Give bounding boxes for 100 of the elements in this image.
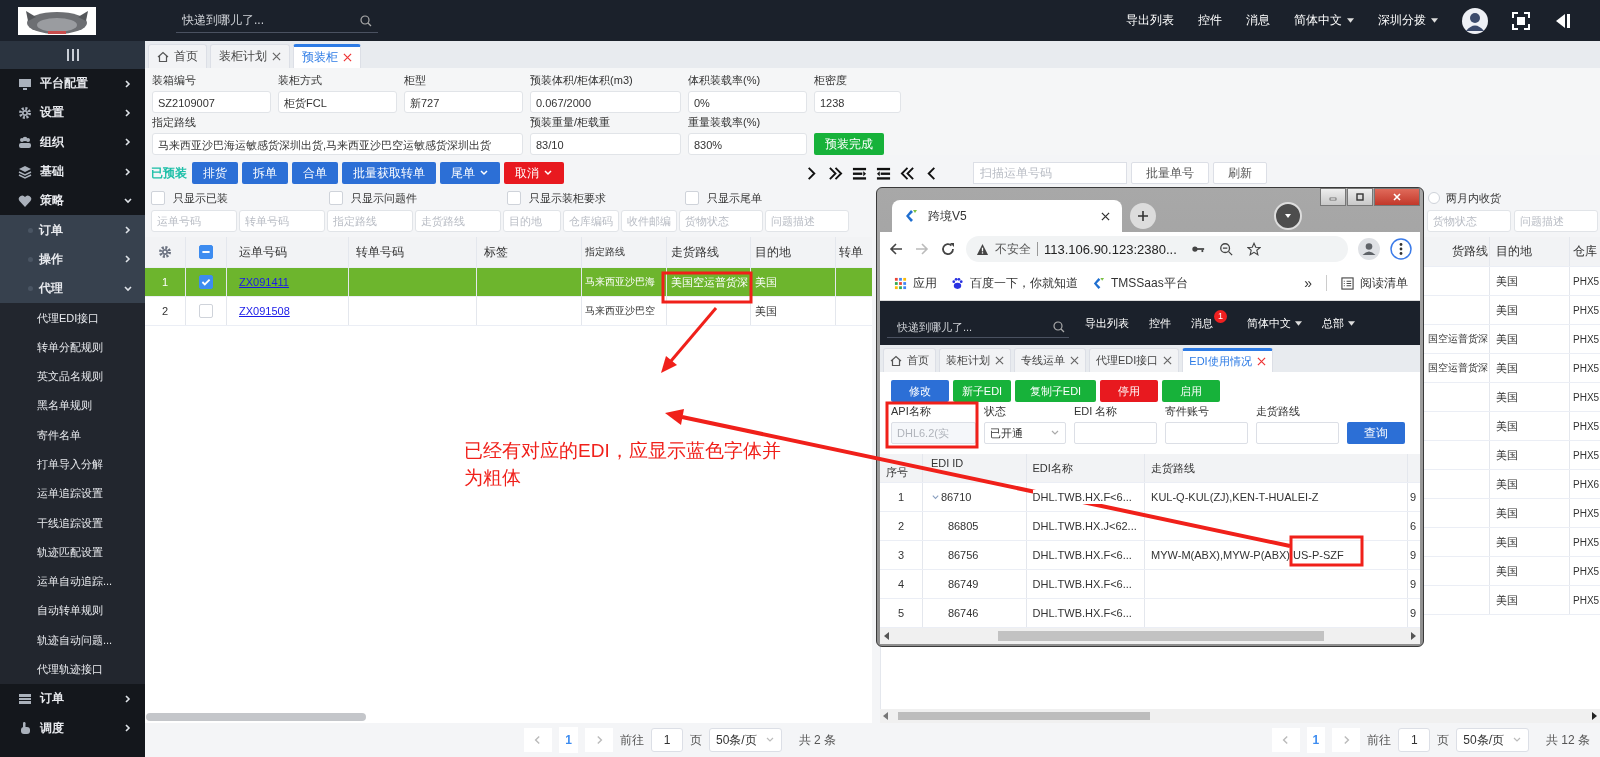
sidebar-item[interactable]: 订单 [0, 215, 145, 245]
more-icon[interactable] [1390, 238, 1412, 260]
filter-field[interactable]: 货物状态 [679, 210, 763, 232]
text-field[interactable]: 0% [688, 91, 807, 113]
sidebar-item[interactable]: 代理EDI接口 [0, 303, 145, 333]
text-field[interactable]: 马来西亚沙巴海运敏感货深圳出货,马来西亚沙巴空运敏感货深圳出货 [152, 133, 523, 155]
tab[interactable]: 装柜计划 [939, 348, 1011, 372]
page-input[interactable]: 1 [1398, 728, 1431, 752]
chevron-down-icon[interactable] [930, 492, 940, 502]
sidebar-item[interactable]: 运单追踪设置 [0, 479, 145, 509]
scan-field[interactable]: 扫描运单号码 [973, 162, 1127, 184]
double-chevron-left-icon[interactable] [900, 165, 915, 181]
scroll-left-icon[interactable] [883, 631, 891, 641]
tab[interactable]: 预装柜 [293, 44, 361, 68]
menu-item[interactable]: 深圳分拨 [1378, 12, 1438, 29]
sidebar-item[interactable]: 干线追踪设置 [0, 508, 145, 538]
tab[interactable]: 装柜计划 [210, 44, 290, 68]
scroll-left-icon[interactable] [882, 711, 890, 721]
filter-field[interactable]: 走货路线 [415, 210, 501, 232]
filter-field[interactable]: 问题描述 [1514, 210, 1598, 232]
filter-field[interactable]: 货物状态 [1427, 210, 1511, 232]
query-button[interactable]: 查询 [1347, 422, 1405, 444]
sidebar-item[interactable]: 轨迹自动问题... [0, 625, 145, 655]
checkbox[interactable] [199, 275, 213, 289]
tab-search-button[interactable] [1274, 202, 1302, 230]
action-button[interactable]: 修改 [891, 380, 949, 402]
reading-list[interactable]: 阅读清单 [1341, 274, 1408, 292]
text-field[interactable] [1074, 422, 1157, 444]
scroll-right-icon[interactable] [1409, 631, 1417, 641]
browser-tab[interactable]: 跨境V5 [892, 200, 1122, 232]
new-tab-button[interactable] [1130, 203, 1156, 229]
toolbar-button[interactable]: 批量获取转单 [342, 162, 436, 184]
indent-icon[interactable] [852, 165, 867, 181]
search-field[interactable]: 快递到哪儿了... [887, 316, 1069, 338]
text-field[interactable]: 830% [688, 133, 807, 155]
waybill-link[interactable]: ZX091508 [239, 305, 290, 317]
toolbar-button[interactable]: 拆单 [242, 162, 288, 184]
filter-field[interactable]: 收件邮编 [621, 210, 677, 232]
text-field[interactable]: 83/10 [530, 133, 681, 155]
menu-item[interactable]: 导出列表 [1126, 12, 1174, 29]
collapse-icon[interactable] [1554, 11, 1572, 30]
menu-item[interactable]: 简体中文 [1247, 315, 1302, 331]
filter-field[interactable]: 问题描述 [765, 210, 849, 232]
scroll-right-icon[interactable] [1590, 711, 1598, 721]
address-bar[interactable]: 不安全 113.106.90.123:2380... [966, 236, 1348, 262]
sidebar-item[interactable]: 运单自动追踪... [0, 567, 145, 597]
menu-item[interactable]: 控件 [1149, 315, 1171, 331]
sidebar-item[interactable]: 英文品名规则 [0, 361, 145, 392]
menu-item[interactable]: 导出列表 [1085, 315, 1129, 331]
filter-field[interactable]: 仓库编码 [563, 210, 619, 232]
toolbar-button[interactable]: 合单 [292, 162, 338, 184]
sidebar-item[interactable]: 打单导入分解 [0, 449, 145, 480]
maximize-button[interactable] [1347, 188, 1373, 206]
sidebar-item[interactable]: 自动转单规则 [0, 596, 145, 626]
double-chevron-right-icon[interactable] [828, 165, 843, 181]
zoom-out-icon[interactable] [1218, 242, 1233, 256]
menu-icon[interactable] [65, 48, 80, 62]
search-icon[interactable] [360, 14, 372, 27]
bookmark[interactable]: 百度一下，你就知道 [951, 274, 1078, 292]
filter-field[interactable]: 指定路线 [327, 210, 413, 232]
menu-item[interactable]: 控件 [1198, 12, 1222, 29]
tab[interactable]: EDI使用情况 [1182, 348, 1273, 372]
more-bookmarks[interactable]: » [1304, 275, 1312, 291]
text-field[interactable] [1256, 422, 1339, 444]
page-size-select[interactable]: 50条/页 [1456, 728, 1529, 752]
scrollbar-thumb[interactable] [998, 631, 1324, 641]
search-icon[interactable] [1053, 321, 1065, 333]
menu-item[interactable]: 总部 [1322, 315, 1355, 331]
toolbar-button[interactable]: 取消 [504, 162, 564, 184]
bookmark[interactable]: 应用 [894, 274, 937, 292]
panel-button[interactable]: 刷新 [1213, 162, 1267, 184]
bookmark[interactable]: TMSSaas平台 [1092, 274, 1188, 292]
waybill-link[interactable]: ZX091411 [239, 276, 289, 288]
radio-button[interactable] [1428, 192, 1440, 204]
reload-icon[interactable] [940, 241, 956, 257]
sidebar-item[interactable]: 代理 [0, 274, 145, 304]
close-button[interactable] [1374, 188, 1420, 206]
sidebar-item[interactable]: 黑名单规则 [0, 391, 145, 421]
page-input[interactable]: 1 [650, 728, 683, 752]
tab[interactable]: 专线运单 [1014, 348, 1086, 372]
text-field[interactable]: 1238 [814, 91, 901, 113]
menu-item[interactable]: 简体中文 [1294, 12, 1354, 29]
panel-button[interactable]: 批量单号 [1131, 162, 1209, 184]
toolbar-button[interactable]: 排货 [192, 162, 238, 184]
selected-row[interactable]: 1 ZX091411 马来西亚沙巴海 美国空运普货深 美国 [145, 268, 872, 297]
action-button[interactable]: 停用 [1100, 380, 1158, 402]
sidebar-item[interactable]: 轨迹匹配设置 [0, 537, 145, 568]
checkbox[interactable] [199, 245, 213, 259]
status-select[interactable]: 已开通 [984, 422, 1066, 444]
sidebar-item[interactable]: 寄件名单 [0, 420, 145, 450]
close-icon[interactable] [1101, 211, 1110, 221]
tab[interactable]: 首页 [148, 44, 207, 68]
back-icon[interactable] [888, 241, 904, 257]
filter-field[interactable]: 目的地 [503, 210, 561, 232]
tab[interactable]: 首页 [883, 348, 936, 372]
scrollbar-thumb[interactable] [898, 712, 1150, 720]
fullscreen-icon[interactable] [1512, 11, 1530, 30]
scrollbar-thumb[interactable] [146, 713, 366, 721]
text-field[interactable]: SZ2109007 [152, 91, 271, 113]
avatar[interactable] [1462, 7, 1488, 34]
